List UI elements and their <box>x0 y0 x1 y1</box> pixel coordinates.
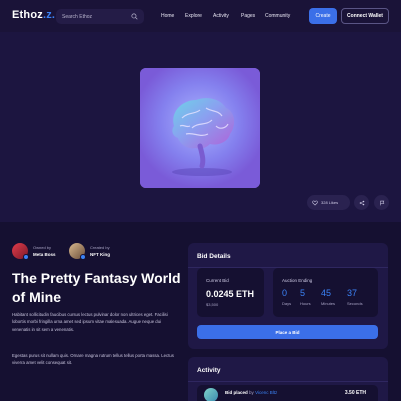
auction-ending-label: Auction Ending <box>282 278 313 283</box>
countdown-minutes: 45 Minutes <box>321 288 336 306</box>
create-button[interactable]: Create <box>309 8 337 24</box>
share-icon <box>359 200 364 205</box>
nav-explore[interactable]: Explore <box>185 13 202 19</box>
current-bid-value: 0.0245 ETH <box>206 289 255 299</box>
logo[interactable]: Ethoz.z. <box>12 9 55 21</box>
nft-artwork <box>140 68 260 188</box>
bid-details-heading: Bid Details <box>197 253 231 260</box>
likes-button[interactable]: 328 Likes <box>307 195 350 210</box>
flag-icon <box>379 200 384 205</box>
heart-icon <box>312 200 318 205</box>
creator-avatar <box>69 243 86 260</box>
nav-pages[interactable]: Pages <box>241 13 255 19</box>
activity-text: Bid placed by Vicenc Bltz <box>225 390 278 395</box>
creator-name: NFT King <box>90 252 110 257</box>
likes-count: 328 Likes <box>321 200 339 205</box>
creator-label: Created by <box>90 245 110 250</box>
bid-amount: 3.50 ETH <box>344 390 366 396</box>
search-icon <box>131 13 138 20</box>
creator-info[interactable]: Created by NFT King <box>69 243 110 260</box>
owner-info[interactable]: Owned by Meta Boss <box>12 243 56 260</box>
nav-home[interactable]: Home <box>161 13 174 19</box>
navbar: Ethoz.z. Search Ethoz Home Explore Activ… <box>0 0 401 32</box>
current-bid-usd: $3,500 <box>206 302 219 307</box>
connect-wallet-button[interactable]: Connect Wallet <box>341 8 389 24</box>
current-bid-card: Current Bid 0.0245 ETH $3,500 <box>197 268 264 317</box>
search-input[interactable]: Search Ethoz <box>56 9 144 24</box>
nav-community[interactable]: Community <box>265 13 290 19</box>
description-paragraph: Egestas purus sit nullam quis. Ornare ma… <box>12 353 174 366</box>
owner-avatar <box>12 243 29 260</box>
brain-image <box>140 68 260 188</box>
divider <box>188 381 388 382</box>
bidder-name[interactable]: Vicenc Bltz <box>255 390 277 395</box>
place-bid-button[interactable]: Place a Bid <box>197 325 378 339</box>
activity-item[interactable]: Bid placed by Vicenc Bltz 3.50 ETH <box>197 385 378 401</box>
bid-details-panel: Bid Details Current Bid 0.0245 ETH $3,50… <box>188 243 388 349</box>
countdown-days: 0 Days <box>282 288 292 306</box>
nav-activity[interactable]: Activity <box>213 13 229 19</box>
hero-section: 328 Likes <box>0 32 401 222</box>
search-placeholder: Search Ethoz <box>62 13 93 20</box>
owner-label: Owned by <box>33 245 52 250</box>
current-bid-label: Current Bid <box>206 278 229 283</box>
share-button[interactable] <box>354 195 369 210</box>
countdown-hours: 5 Hours <box>300 288 311 306</box>
verified-badge-icon <box>80 254 86 260</box>
activity-panel: Activity Bid placed by Vicenc Bltz 3.50 … <box>188 357 388 401</box>
auction-ending-card: Auction Ending 0 Days 5 Hours 45 Minutes 37… <box>273 268 378 317</box>
owner-name: Meta Boss <box>33 252 56 257</box>
nft-title: The Pretty Fantasy World of Mine <box>12 270 181 305</box>
description-paragraph: Habitant sollicitudin faucibus cursus le… <box>12 312 168 332</box>
countdown-seconds: 37 Seconds <box>347 288 363 306</box>
activity-heading: Activity <box>197 367 221 374</box>
bidder-avatar <box>204 388 218 401</box>
report-button[interactable] <box>374 195 389 210</box>
verified-badge-icon <box>23 254 29 260</box>
